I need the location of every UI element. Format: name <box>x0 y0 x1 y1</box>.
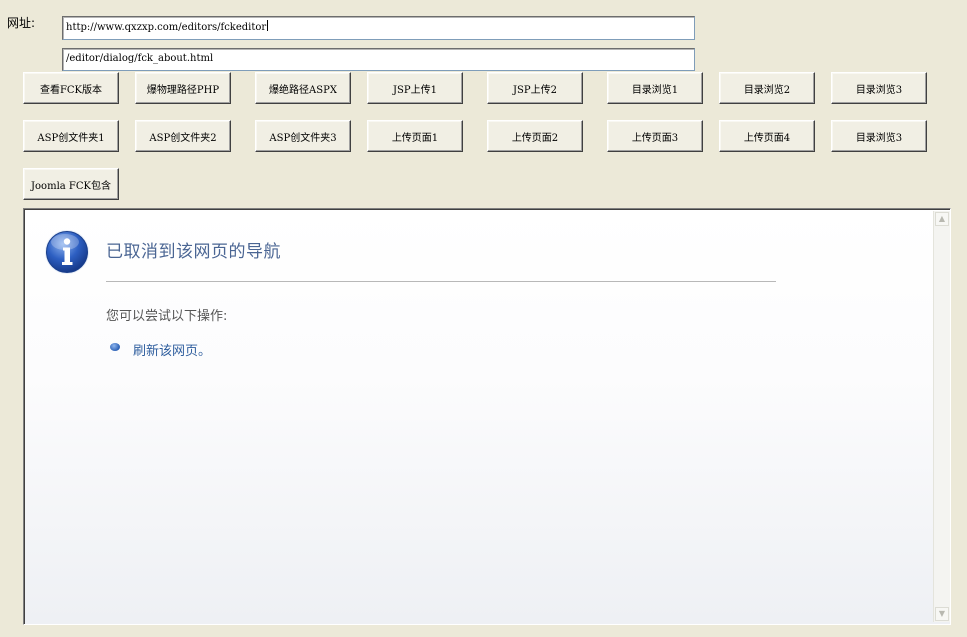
dir-browse-3b-button[interactable]: 目录浏览3 <box>831 120 927 152</box>
divider <box>106 281 776 282</box>
jsp-upload-2-button[interactable]: JSP上传2 <box>487 72 583 104</box>
upload-page-4-button[interactable]: 上传页面4 <box>719 120 815 152</box>
dir-browse-2-button[interactable]: 目录浏览2 <box>719 72 815 104</box>
asp-create-folder-3-button[interactable]: ASP创文件夹3 <box>255 120 351 152</box>
scroll-up-icon[interactable]: ▲ <box>935 212 949 226</box>
dir-browse-3-button[interactable]: 目录浏览3 <box>831 72 927 104</box>
text-caret <box>267 20 269 31</box>
page-title: 已取消到该网页的导航 <box>106 242 281 262</box>
suggestion-text: 您可以尝试以下操作: <box>106 309 228 324</box>
browser-frame[interactable]: 已取消到该网页的导航 您可以尝试以下操作: 刷新该网页。 ▲ ▼ <box>23 208 951 625</box>
php-physical-path-button[interactable]: 爆物理路径PHP <box>135 72 231 104</box>
url-label: 网址: <box>7 16 36 30</box>
upload-page-1-button[interactable]: 上传页面1 <box>367 120 463 152</box>
vertical-scrollbar[interactable]: ▲ ▼ <box>933 211 950 622</box>
dir-browse-1-button[interactable]: 目录浏览1 <box>607 72 703 104</box>
asp-create-folder-1-button[interactable]: ASP创文件夹1 <box>23 120 119 152</box>
aspx-absolute-path-button[interactable]: 爆绝路径ASPX <box>255 72 351 104</box>
upload-page-3-button[interactable]: 上传页面3 <box>607 120 703 152</box>
refresh-link[interactable]: 刷新该网页。 <box>133 340 211 359</box>
info-icon <box>45 230 89 274</box>
bullet-icon <box>110 343 120 351</box>
joomla-fck-include-button[interactable]: Joomla FCK包含 <box>23 168 119 200</box>
scroll-down-icon[interactable]: ▼ <box>935 607 949 621</box>
check-fck-version-button[interactable]: 查看FCK版本 <box>23 72 119 104</box>
path-input[interactable]: /editor/dialog/fck_about.html <box>62 48 695 71</box>
jsp-upload-1-button[interactable]: JSP上传1 <box>367 72 463 104</box>
asp-create-folder-2-button[interactable]: ASP创文件夹2 <box>135 120 231 152</box>
url-input[interactable]: http://www.qxzxp.com/editors/fckeditor <box>62 16 695 40</box>
upload-page-2-button[interactable]: 上传页面2 <box>487 120 583 152</box>
url-input-value: http://www.qxzxp.com/editors/fckeditor <box>66 22 267 33</box>
